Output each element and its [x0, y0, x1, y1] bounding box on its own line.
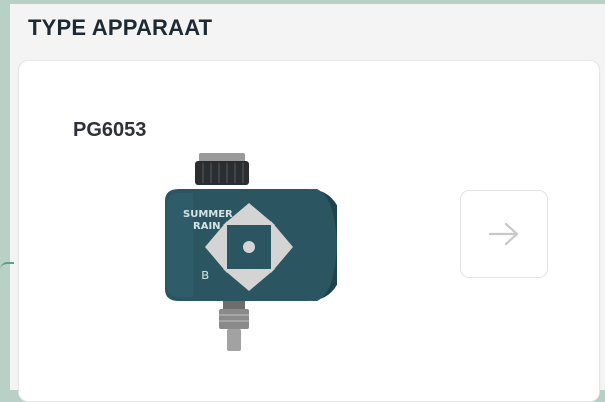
- device-card[interactable]: PG6053 SUMMER RAIN ʙ: [18, 60, 600, 402]
- section-title: TYPE APPARAAT: [28, 15, 213, 40]
- garden-water-timer-image: SUMMER RAIN ʙ: [165, 153, 337, 351]
- arrow-right-icon: [488, 222, 519, 246]
- decorative-curve: [0, 262, 14, 278]
- device-model-label: PG6053: [73, 119, 147, 141]
- svg-text:ʙ: ʙ: [201, 267, 209, 283]
- next-button[interactable]: [460, 190, 548, 278]
- svg-text:SUMMER: SUMMER: [183, 209, 233, 220]
- svg-text:RAIN: RAIN: [193, 221, 221, 232]
